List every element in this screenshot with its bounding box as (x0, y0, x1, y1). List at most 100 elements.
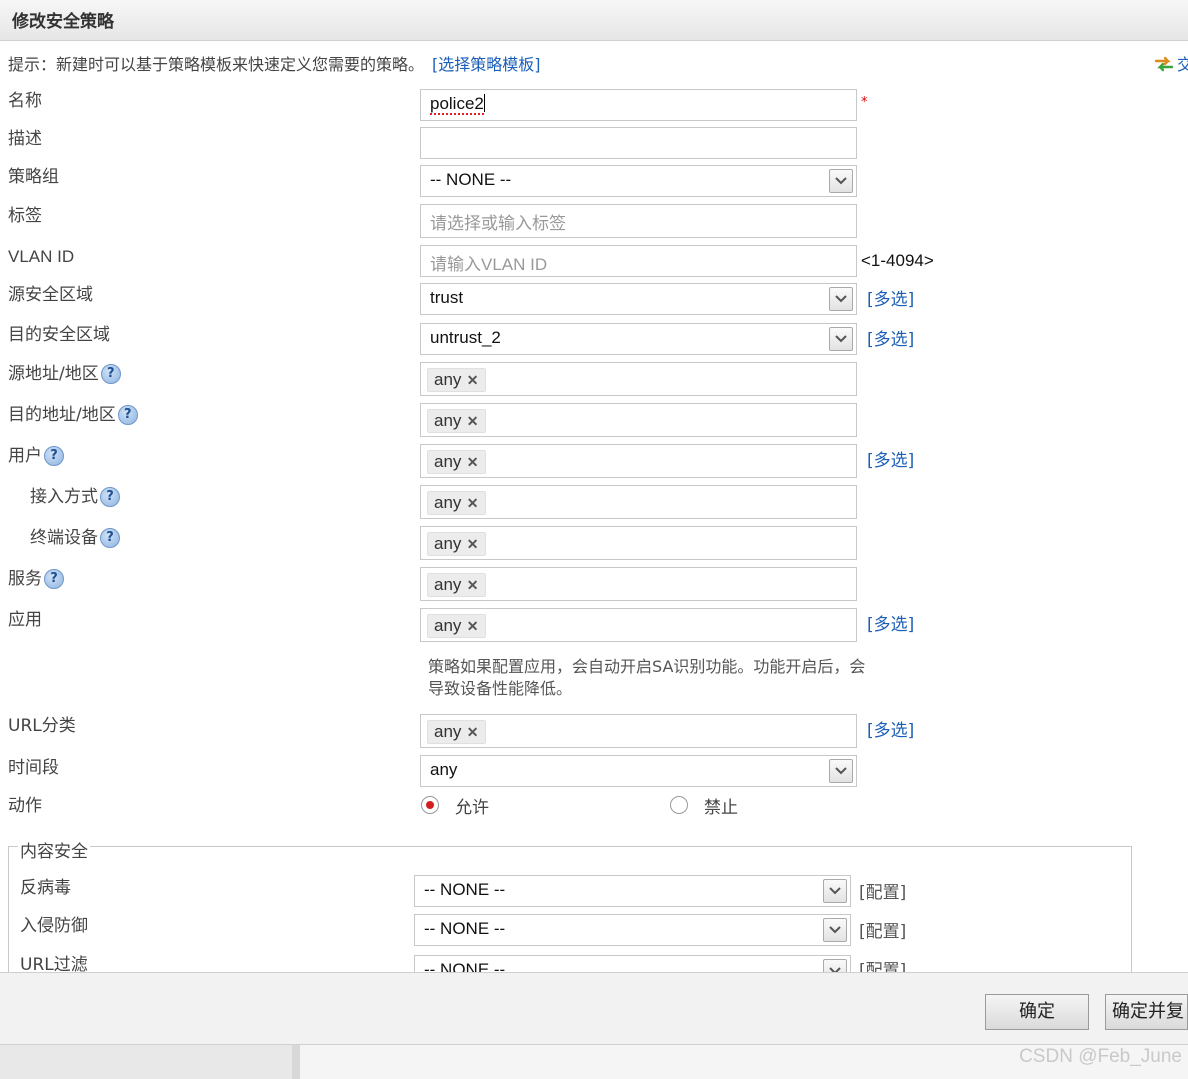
dst-zone-multiselect-link[interactable]: [多选] (867, 325, 914, 350)
antivirus-value: -- NONE -- (424, 880, 506, 899)
src-addr-chip: any ✕ (427, 368, 487, 392)
user-input[interactable]: any ✕ (420, 444, 857, 478)
antivirus-config-link[interactable]: [配置] (859, 878, 906, 903)
src-zone-value: trust (430, 288, 464, 307)
question-circle-icon[interactable]: ? (117, 405, 138, 425)
chip-text: any (434, 534, 462, 553)
time-range-select[interactable]: any (420, 755, 857, 787)
dst-zone-value: untrust_2 (430, 328, 501, 347)
dst-addr-label: 目的地址/地区? (8, 404, 138, 426)
service-label-text: 服务 (8, 569, 42, 589)
dst-addr-input[interactable]: any ✕ (420, 403, 857, 437)
question-circle-icon[interactable]: ? (100, 364, 121, 384)
vlan-label: VLAN ID (8, 247, 75, 266)
src-zone-multiselect-link[interactable]: [多选] (867, 285, 914, 310)
terminal-label: 终端设备? (30, 527, 120, 549)
question-circle-icon[interactable]: ? (100, 528, 120, 548)
dialog-footer: 确定 确定并复 (0, 972, 1188, 1045)
terminal-input[interactable]: any ✕ (420, 526, 857, 560)
tags-label: 标签 (8, 206, 42, 226)
application-input[interactable]: any ✕ (420, 608, 857, 642)
vlan-placeholder: 请输入VLAN ID (430, 255, 548, 274)
close-icon[interactable]: ✕ (467, 492, 479, 514)
description-label: 描述 (8, 129, 42, 149)
url-filter-row: URL过滤 -- NONE -- [配置] (0, 955, 1188, 972)
user-multiselect-link[interactable]: [多选] (867, 446, 914, 471)
name-value: police2 (430, 94, 484, 115)
close-icon[interactable]: ✕ (467, 615, 479, 637)
description-input[interactable] (420, 127, 857, 159)
question-circle-icon[interactable]: ? (100, 487, 120, 507)
chip-text: any (434, 575, 462, 594)
chevron-down-icon[interactable] (829, 287, 853, 311)
chevron-down-icon[interactable] (829, 169, 853, 193)
question-circle-icon[interactable]: ? (44, 569, 64, 589)
url-filter-config-link[interactable]: [配置] (859, 956, 906, 972)
close-icon[interactable]: ✕ (467, 369, 479, 391)
chevron-down-icon[interactable] (823, 879, 847, 903)
policy-group-value: -- NONE -- (430, 170, 512, 189)
service-chip: any ✕ (427, 573, 487, 597)
action-deny-label[interactable]: 禁止 (704, 793, 738, 818)
close-icon[interactable]: ✕ (467, 451, 479, 473)
name-input[interactable]: police2 (420, 89, 857, 121)
action-deny-radio[interactable] (670, 796, 688, 814)
action-allow-radio[interactable] (421, 796, 439, 814)
time-range-value: any (430, 760, 458, 779)
action-label: 动作 (8, 796, 42, 816)
vlan-input[interactable]: 请输入VLAN ID (420, 245, 857, 277)
swap-link[interactable]: 交 (1177, 51, 1188, 75)
close-icon[interactable]: ✕ (467, 410, 479, 432)
access-method-input[interactable]: any ✕ (420, 485, 857, 519)
chevron-down-icon[interactable] (829, 759, 853, 783)
src-zone-select[interactable]: trust (420, 283, 857, 315)
bottom-strip-segment (0, 1045, 300, 1079)
question-circle-icon[interactable]: ? (44, 446, 64, 466)
text-caret (483, 94, 485, 112)
application-label: 应用 (8, 610, 42, 630)
application-multiselect-link[interactable]: [多选] (867, 610, 914, 635)
dialog-titlebar: 修改安全策略 (0, 0, 1188, 41)
service-input[interactable]: any ✕ (420, 567, 857, 601)
action-allow-label[interactable]: 允许 (455, 793, 489, 818)
access-method-chip: any ✕ (427, 491, 487, 515)
select-template-link[interactable]: [选择策略模板] (432, 55, 541, 74)
close-icon[interactable]: ✕ (467, 721, 479, 743)
ok-and-copy-button[interactable]: 确定并复 (1105, 994, 1188, 1030)
close-icon[interactable]: ✕ (467, 574, 479, 596)
chevron-down-icon[interactable] (829, 327, 853, 351)
close-icon[interactable]: ✕ (467, 533, 479, 555)
user-label: 用户? (8, 445, 64, 467)
policy-group-select[interactable]: -- NONE -- (420, 165, 857, 197)
chip-text: any (434, 722, 462, 741)
chevron-down-icon[interactable] (823, 959, 847, 972)
url-category-multiselect-link[interactable]: [多选] (867, 716, 914, 741)
dst-zone-select[interactable]: untrust_2 (420, 323, 857, 355)
swap-arrows-icon[interactable] (1154, 55, 1174, 73)
vlan-range: <1-4094> (861, 251, 934, 270)
tags-input[interactable]: 请选择或输入标签 (420, 204, 857, 238)
url-filter-label: URL过滤 (20, 955, 88, 972)
url-filter-select[interactable]: -- NONE -- (414, 955, 851, 972)
src-addr-label-text: 源地址/地区 (8, 364, 99, 384)
user-label-text: 用户 (8, 446, 42, 466)
ips-config-link[interactable]: [配置] (859, 917, 906, 942)
time-range-label: 时间段 (8, 758, 59, 778)
chip-text: any (434, 452, 462, 471)
src-addr-label: 源地址/地区? (8, 363, 121, 385)
src-addr-input[interactable]: any ✕ (420, 362, 857, 396)
application-chip: any ✕ (427, 614, 487, 638)
antivirus-select[interactable]: -- NONE -- (414, 875, 851, 907)
ips-label: 入侵防御 (20, 916, 88, 936)
antivirus-label: 反病毒 (20, 878, 71, 898)
chevron-down-icon[interactable] (823, 918, 847, 942)
ok-button[interactable]: 确定 (985, 994, 1089, 1030)
terminal-chip: any ✕ (427, 532, 487, 556)
application-note: 策略如果配置应用，会自动开启SA识别功能。功能开启后，会导致设备性能降低。 (428, 657, 866, 698)
dst-addr-label-text: 目的地址/地区 (8, 405, 116, 425)
dialog-title: 修改安全策略 (12, 12, 114, 32)
src-zone-label: 源安全区域 (8, 285, 93, 305)
url-category-input[interactable]: any ✕ (420, 714, 857, 748)
ips-select[interactable]: -- NONE -- (414, 914, 851, 946)
ips-value: -- NONE -- (424, 919, 506, 938)
